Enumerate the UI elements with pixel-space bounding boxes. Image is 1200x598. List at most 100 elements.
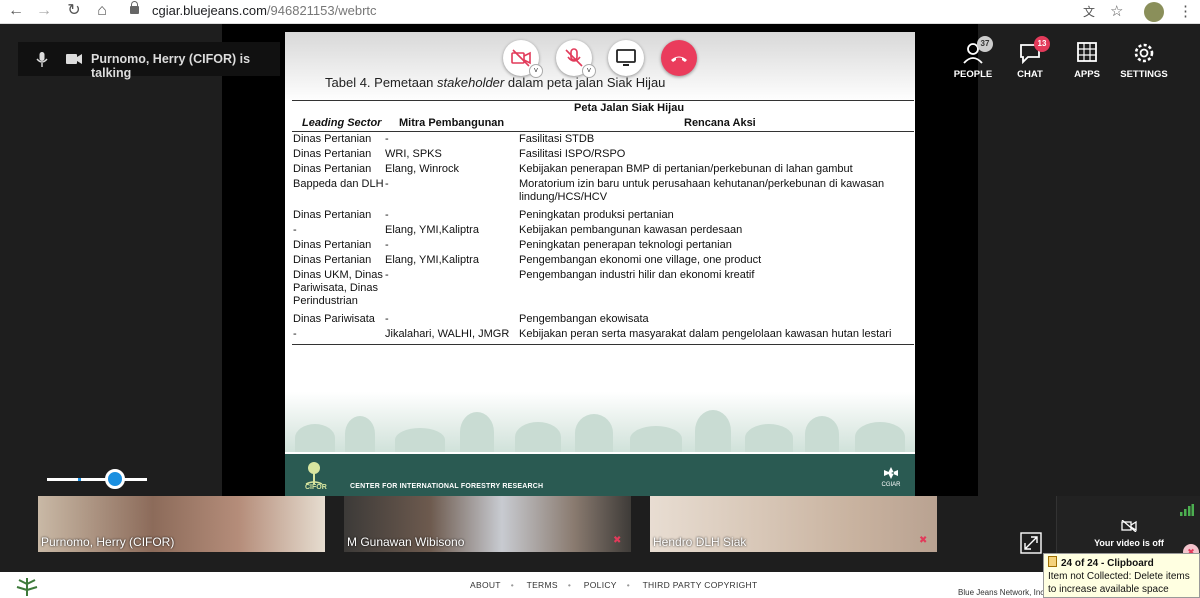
table-cell: Peningkatan produksi pertanian bbox=[519, 209, 674, 221]
mic-muted-button[interactable]: ˅ bbox=[556, 40, 596, 78]
translate-icon[interactable]: 文 bbox=[1083, 3, 1095, 21]
table-row: Dinas Pertanian - Peningkatan penerapan te… bbox=[292, 238, 914, 253]
table-row: Dinas Pariwisata - Pengembangan ekowisata bbox=[292, 309, 914, 327]
footer-org-name: CENTER FOR INTERNATIONAL FORESTRY RESEAR… bbox=[350, 483, 544, 490]
table-cell: Moratorium izin baru untuk perusahaan ke… bbox=[519, 178, 885, 203]
table-row: Bappeda dan DLH - Moratorium izin baru unt… bbox=[292, 177, 914, 205]
table-row: Dinas Pertanian - Fasilitasi STDB bbox=[292, 132, 914, 148]
column-header: Rencana Aksi bbox=[518, 116, 914, 132]
presentation-slide: Tabel 4. Pemetaan stakeholder dalam peta… bbox=[285, 32, 915, 496]
settings-button[interactable]: SETTINGS bbox=[1114, 42, 1174, 90]
table-cell: Dinas Pertanian bbox=[293, 209, 372, 221]
profile-avatar[interactable] bbox=[1144, 2, 1164, 22]
participant-tile[interactable]: M Gunawan Wibisono ✖ bbox=[344, 496, 631, 552]
volume-slider-handle[interactable] bbox=[105, 469, 125, 489]
slider-tick bbox=[78, 478, 81, 481]
table-cell: Pengembangan ekowisata bbox=[519, 313, 649, 325]
table-cell: - bbox=[385, 269, 389, 281]
participant-strip: Purnomo, Herry (CIFOR) M Gunawan Wibison… bbox=[0, 496, 1200, 572]
table-cell: Kebijakan peran serta masyarakat dalam p… bbox=[518, 327, 914, 345]
gear-icon bbox=[1134, 43, 1154, 63]
people-count-badge: 37 bbox=[977, 36, 993, 52]
screen-share-button[interactable] bbox=[608, 40, 644, 76]
clipboard-toast[interactable]: 24 of 24 - Clipboard Item not Collected:… bbox=[1043, 553, 1200, 598]
participant-name: Purnomo, Herry (CIFOR) bbox=[41, 535, 175, 549]
forward-arrow-icon[interactable]: → bbox=[34, 0, 54, 24]
table-row: Dinas UKM, Dinas Pariwisata, Dinas Perin… bbox=[292, 268, 914, 309]
forest-illustration bbox=[285, 392, 915, 452]
apps-icon bbox=[1077, 42, 1097, 62]
table-row: Dinas Pertanian Elang, Winrock Kebijakan p… bbox=[292, 162, 914, 177]
table-cell: Dinas Pertanian bbox=[293, 148, 372, 160]
apps-button[interactable]: APPS bbox=[1057, 42, 1117, 90]
table-cell: Dinas Pertanian bbox=[293, 239, 372, 251]
table-cell: Dinas Pariwisata bbox=[293, 313, 375, 325]
apps-label: APPS bbox=[1074, 69, 1100, 80]
clipboard-icon bbox=[1048, 556, 1057, 567]
volume-slider-track[interactable] bbox=[47, 478, 147, 481]
participant-tile[interactable]: Hendro DLH Siak ✖ bbox=[650, 496, 937, 552]
cgiar-logo: CGIAR bbox=[880, 466, 902, 490]
people-button[interactable]: 37 PEOPLE bbox=[943, 36, 1003, 90]
footer-links: ABOUT • TERMS • POLICY • THIRD PARTY COPYRI… bbox=[470, 580, 758, 590]
chat-count-badge: 13 bbox=[1034, 36, 1050, 52]
bookmark-star-icon[interactable]: ☆ bbox=[1110, 3, 1123, 21]
table-cell: Dinas Pertanian bbox=[293, 254, 372, 266]
table-cell: Elang, YMI,Kaliptra bbox=[385, 224, 479, 236]
participant-name: M Gunawan Wibisono bbox=[347, 535, 465, 549]
expand-icon[interactable] bbox=[1020, 532, 1042, 554]
table-cell: Dinas UKM, Dinas Pariwisata, Dinas Perin… bbox=[293, 269, 383, 307]
footer-brand: Blue Jeans Network, Inc bbox=[958, 588, 1045, 597]
home-icon[interactable]: ⌂ bbox=[92, 0, 112, 24]
toast-message: Item not Collected: Delete items to incr… bbox=[1048, 571, 1190, 595]
microphone-icon bbox=[36, 52, 48, 67]
meeting-stage: Tabel 4. Pemetaan stakeholder dalam peta… bbox=[0, 24, 1200, 496]
phone-hangup-icon bbox=[671, 56, 687, 62]
table-cell: Peningkatan penerapan teknologi pertania… bbox=[519, 239, 732, 251]
browser-toolbar: ← → ↻ ⌂ cgiar.bluejeans.com/946821153/we… bbox=[0, 0, 1200, 24]
page-footer: ABOUT • TERMS • POLICY • THIRD PARTY COPYRI… bbox=[0, 572, 1200, 598]
stakeholder-table: Peta Jalan Siak Hijau Leading Sector Mit… bbox=[292, 100, 914, 345]
third-party-copyright-link[interactable]: THIRD PARTY COPYRIGHT bbox=[643, 580, 758, 590]
signal-strength-icon bbox=[1180, 504, 1194, 516]
table-row: - Jikalahari, WALHI, JMGR Kebijakan peran … bbox=[292, 327, 914, 345]
column-header: Mitra Pembangunan bbox=[385, 116, 518, 132]
table-row: - Elang, YMI,Kaliptra Kebijakan pembanguna… bbox=[292, 223, 914, 238]
table-cell: Bappeda dan DLH bbox=[293, 178, 384, 190]
table-cell: - bbox=[385, 133, 389, 145]
table-cell: Kebijakan pembangunan kawasan perdesaan bbox=[519, 224, 743, 236]
url-host: cgiar.bluejeans.com bbox=[152, 3, 267, 18]
table-cell: Dinas Pertanian bbox=[293, 163, 372, 175]
table-cell: - bbox=[385, 178, 389, 190]
video-options-chevron-icon[interactable]: ˅ bbox=[529, 64, 543, 78]
browser-menu-icon[interactable]: ⋮ bbox=[1178, 3, 1193, 21]
url-path: /946821153/webrtc bbox=[266, 3, 377, 18]
hang-up-button[interactable] bbox=[661, 40, 697, 76]
about-link[interactable]: ABOUT bbox=[470, 580, 501, 590]
terms-link[interactable]: TERMS bbox=[527, 580, 558, 590]
lock-icon bbox=[130, 1, 139, 14]
reload-icon[interactable]: ↻ bbox=[64, 0, 84, 24]
self-view-status: Your video is off bbox=[1094, 538, 1164, 548]
video-off-button[interactable]: ˅ bbox=[503, 40, 543, 78]
table-cell: Elang, Winrock bbox=[385, 163, 459, 175]
table-cell: Kebijakan penerapan BMP di pertanian/per… bbox=[519, 163, 853, 175]
policy-link[interactable]: POLICY bbox=[584, 580, 617, 590]
cifor-logo-text: CIFOR bbox=[305, 484, 327, 491]
participant-tile[interactable]: Purnomo, Herry (CIFOR) bbox=[38, 496, 325, 552]
video-off-icon bbox=[511, 49, 531, 67]
back-arrow-icon[interactable]: ← bbox=[6, 0, 26, 24]
table-cell: Fasilitasi ISPO/RSPO bbox=[519, 148, 626, 160]
table-row: Dinas Pertanian WRI, SPKS Fasilitasi ISPO/… bbox=[292, 147, 914, 162]
chat-button[interactable]: 13 CHAT bbox=[1000, 36, 1060, 90]
mic-muted-icon: ✖ bbox=[919, 535, 928, 546]
address-bar[interactable]: cgiar.bluejeans.com/946821153/webrtc bbox=[152, 2, 377, 20]
audio-options-chevron-icon[interactable]: ˅ bbox=[582, 64, 596, 78]
slide-footer: CIFOR CENTER FOR INTERNATIONAL FORESTRY … bbox=[285, 454, 915, 496]
mic-muted-icon: ✖ bbox=[613, 535, 622, 546]
monitor-icon bbox=[616, 49, 636, 66]
table-cell: - bbox=[385, 313, 389, 325]
table-cell: Fasilitasi STDB bbox=[519, 133, 595, 145]
table-cell: Dinas Pertanian bbox=[293, 133, 372, 145]
participant-name: Hendro DLH Siak bbox=[653, 535, 747, 549]
